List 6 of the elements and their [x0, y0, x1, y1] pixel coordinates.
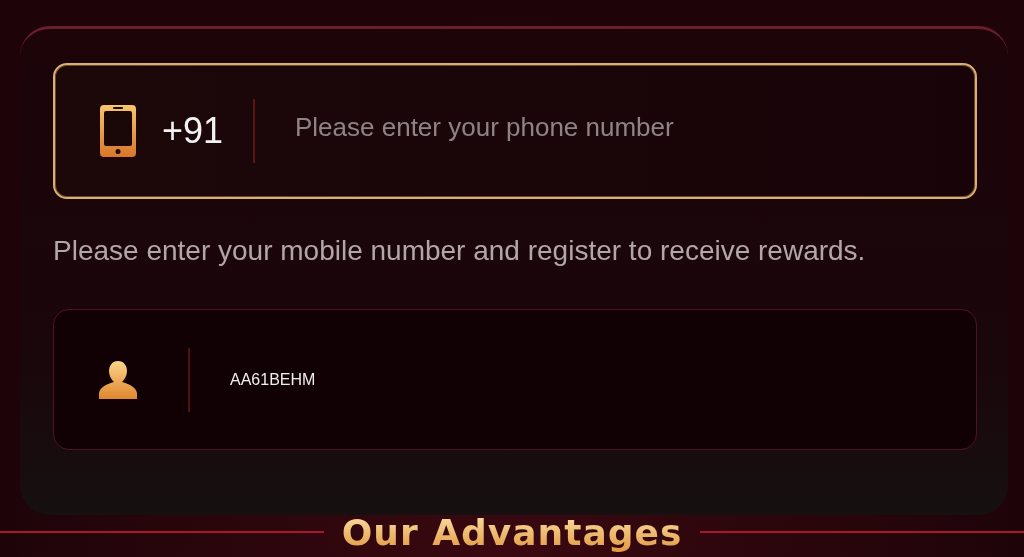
hint-text: Please enter your mobile number and register to receive rewards.: [53, 234, 867, 268]
invite-code-field[interactable]: AA61BEHM: [230, 370, 316, 389]
phone-icon: [99, 104, 137, 158]
user-icon: [98, 359, 138, 400]
phone-input-field[interactable]: Please enter your phone number: [295, 111, 955, 143]
country-code[interactable]: +91: [137, 110, 253, 152]
